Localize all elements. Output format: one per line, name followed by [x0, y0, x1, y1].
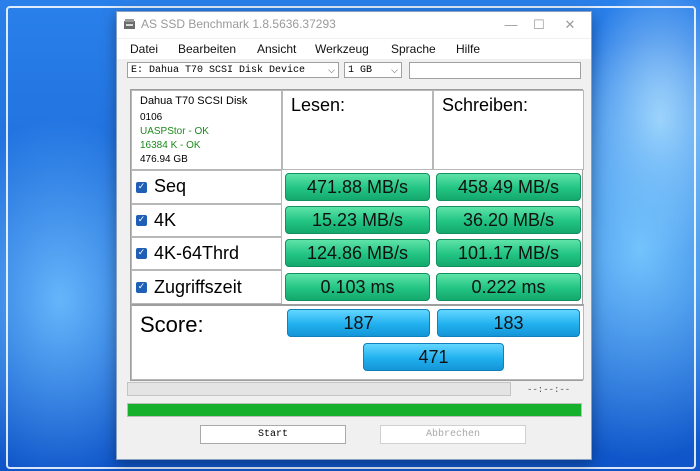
driver-status: UASPStor - OK — [140, 126, 209, 137]
score-write: 183 — [437, 309, 580, 337]
elapsed-time: --:--:-- — [527, 385, 571, 395]
text-field[interactable] — [409, 62, 581, 79]
as-ssd-window: AS SSD Benchmark 1.8.5636.37293 — ☐ ✕ Da… — [116, 11, 592, 460]
alignment-status: 16384 K - OK — [140, 140, 201, 151]
checkbox-4k-64thrd[interactable]: ✓ — [136, 248, 147, 259]
menu-datei[interactable]: Datei — [130, 42, 158, 56]
score-read: 187 — [287, 309, 430, 337]
start-button[interactable]: Start — [200, 425, 346, 444]
read-label: Lesen: — [291, 95, 346, 115]
window-title: AS SSD Benchmark 1.8.5636.37293 — [141, 17, 336, 31]
menu-werkzeug[interactable]: Werkzeug — [315, 42, 369, 56]
read-column-header: Lesen: — [282, 90, 433, 170]
firmware-version: 0106 — [140, 112, 163, 123]
row-label-access-time: ✓ Zugriffszeit — [131, 270, 282, 304]
row-label-4k: ✓ 4K — [131, 204, 282, 237]
drive-select[interactable]: E: Dahua T70 SCSI Disk Device ⌵ — [127, 62, 339, 78]
drive-info-panel: Dahua T70 SCSI Disk 0106 UASPStor - OK 1… — [131, 90, 282, 170]
chevron-down-icon: ⌵ — [391, 66, 398, 76]
4k-read-result: 15.23 MB/s — [285, 206, 430, 234]
title-bar[interactable]: AS SSD Benchmark 1.8.5636.37293 — ☐ ✕ — [117, 12, 591, 38]
seq-read-result: 471.88 MB/s — [285, 173, 430, 201]
app-icon — [124, 19, 135, 29]
4k-64thrd-read-result: 124.86 MB/s — [285, 239, 430, 267]
test-label-access-time: Zugriffszeit — [154, 277, 242, 297]
4k-64thrd-write-result: 101.17 MB/s — [436, 239, 581, 267]
test-progress-bar — [127, 382, 511, 396]
seq-write-result: 458.49 MB/s — [436, 173, 581, 201]
write-column-header: Schreiben: — [433, 90, 584, 170]
test-label-seq: Seq — [154, 176, 187, 196]
row-label-4k-64thrd: ✓ 4K-64Thrd — [131, 237, 282, 270]
score-label: Score: — [140, 312, 204, 337]
score-total: 471 — [363, 343, 504, 371]
menu-bearbeiten[interactable]: Bearbeiten — [178, 42, 236, 56]
menu-bar: Datei Bearbeiten Ansicht Werkzeug Sprach… — [117, 39, 591, 59]
checkbox-seq[interactable]: ✓ — [136, 182, 147, 193]
checkbox-4k[interactable]: ✓ — [136, 215, 147, 226]
menu-hilfe[interactable]: Hilfe — [456, 42, 480, 56]
chevron-down-icon: ⌵ — [328, 66, 335, 76]
access-time-write-result: 0.222 ms — [436, 273, 581, 301]
overall-progress-bar — [127, 403, 582, 417]
selector-row: E: Dahua T70 SCSI Disk Device ⌵ 1 GB ⌵ — [117, 59, 591, 83]
maximize-button[interactable]: ☐ — [523, 12, 555, 38]
row-label-seq: ✓ Seq — [131, 170, 282, 204]
results-grid: Dahua T70 SCSI Disk 0106 UASPStor - OK 1… — [130, 89, 584, 381]
access-time-read-result: 0.103 ms — [285, 273, 430, 301]
write-label: Schreiben: — [442, 95, 529, 115]
menu-sprache[interactable]: Sprache — [391, 42, 436, 56]
test-label-4k: 4K — [154, 210, 177, 230]
drive-name: Dahua T70 SCSI Disk — [140, 95, 248, 107]
test-label-4k-64thrd: 4K-64Thrd — [154, 243, 240, 263]
checkbox-access-time[interactable]: ✓ — [136, 282, 147, 293]
cancel-button[interactable]: Abbrechen — [380, 425, 526, 444]
overall-progress-fill — [128, 404, 581, 416]
menu-ansicht[interactable]: Ansicht — [257, 42, 296, 56]
close-button[interactable]: ✕ — [554, 12, 586, 38]
test-size-value: 1 GB — [348, 65, 373, 76]
test-size-select[interactable]: 1 GB ⌵ — [344, 62, 402, 78]
4k-write-result: 36.20 MB/s — [436, 206, 581, 234]
drive-capacity: 476.94 GB — [140, 154, 188, 165]
drive-select-value: E: Dahua T70 SCSI Disk Device — [131, 65, 306, 76]
